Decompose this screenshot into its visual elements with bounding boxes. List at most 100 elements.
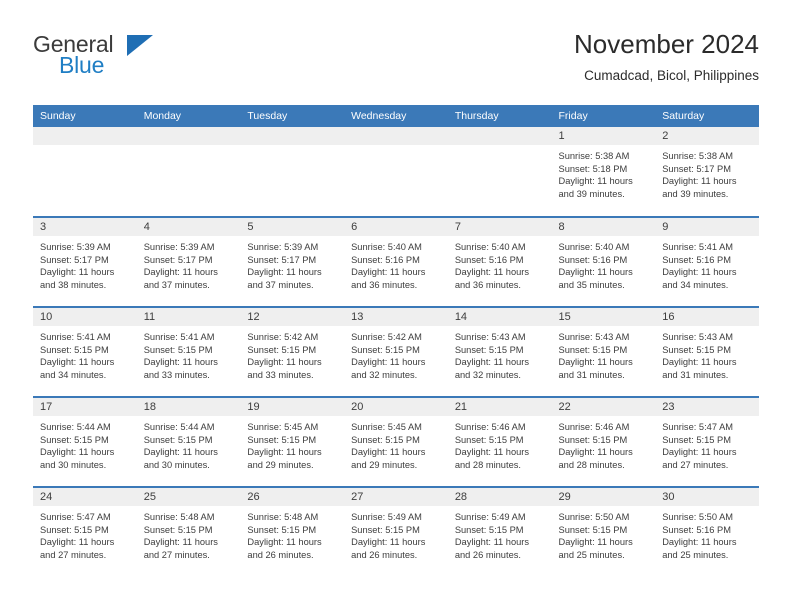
calendar-day-cell[interactable]: 20 Sunrise: 5:45 AM Sunset: 5:15 PM Dayligh…: [344, 396, 448, 487]
day-detail-sunrise: Sunrise: 5:45 AM: [351, 422, 422, 432]
calendar-day-cell[interactable]: 21 Sunrise: 5:46 AM Sunset: 5:15 PM Dayligh…: [447, 396, 552, 487]
calendar-week-row: 1 Sunrise: 5:38 AM Sunset: 5:18 PM Daylight…: [33, 127, 759, 217]
day-number: 8: [551, 218, 656, 236]
day-detail-daylight2: and 37 minutes.: [143, 279, 210, 290]
day-number: 2: [655, 127, 759, 145]
calendar-day-cell[interactable]: 4 Sunrise: 5:39 AM Sunset: 5:17 PM Daylight…: [136, 216, 241, 307]
day-detail-daylight1: Daylight: 11 hours: [40, 537, 115, 548]
day-number: 19: [240, 398, 345, 416]
calendar-day-cell[interactable]: 22 Sunrise: 5:46 AM Sunset: 5:15 PM Dayligh…: [551, 396, 656, 487]
calendar-day-cell[interactable]: 16 Sunrise: 5:43 AM Sunset: 5:15 PM Dayligh…: [655, 306, 759, 397]
day-number: 25: [136, 488, 241, 506]
calendar-day-cell[interactable]: 25 Sunrise: 5:48 AM Sunset: 5:15 PM Dayligh…: [136, 486, 241, 577]
day-detail-sunrise: Sunrise: 5:50 AM: [662, 512, 734, 522]
day-number: [344, 127, 448, 145]
day-details: Sunrise: 5:43 AM Sunset: 5:15 PM Daylight:…: [551, 326, 656, 382]
calendar-day-cell[interactable]: 15 Sunrise: 5:43 AM Sunset: 5:15 PM Dayligh…: [551, 306, 656, 397]
day-details: Sunrise: 5:49 AM Sunset: 5:15 PM Daylight:…: [447, 506, 552, 562]
day-detail-sunset: Sunset: 5:15 PM: [351, 524, 420, 535]
calendar-day-cell[interactable]: 2 Sunrise: 5:38 AM Sunset: 5:17 PM Daylight…: [655, 127, 759, 217]
day-number: 15: [551, 308, 656, 326]
calendar-day-cell[interactable]: 8 Sunrise: 5:40 AM Sunset: 5:16 PM Daylight…: [551, 216, 656, 307]
calendar-week-row: 10 Sunrise: 5:41 AM Sunset: 5:15 PM Dayligh…: [33, 306, 759, 397]
day-detail-daylight1: Daylight: 11 hours: [558, 267, 633, 278]
day-details: Sunrise: 5:41 AM Sunset: 5:15 PM Daylight:…: [136, 326, 241, 382]
day-detail-sunrise: Sunrise: 5:41 AM: [662, 242, 734, 252]
calendar-day-cell[interactable]: 27 Sunrise: 5:49 AM Sunset: 5:15 PM Dayligh…: [344, 486, 448, 577]
day-detail-daylight2: and 33 minutes.: [247, 369, 314, 380]
calendar-day-cell[interactable]: 14 Sunrise: 5:43 AM Sunset: 5:15 PM Dayligh…: [447, 306, 552, 397]
calendar-day-cell[interactable]: 30 Sunrise: 5:50 AM Sunset: 5:16 PM Dayligh…: [655, 486, 759, 577]
day-number: 3: [33, 218, 137, 236]
day-number: 29: [551, 488, 656, 506]
day-detail-daylight1: Daylight: 11 hours: [40, 357, 115, 368]
day-detail-sunset: Sunset: 5:17 PM: [662, 163, 731, 174]
day-detail-sunrise: Sunrise: 5:45 AM: [247, 422, 319, 432]
day-detail-daylight2: and 26 minutes.: [351, 549, 418, 560]
day-detail-daylight2: and 33 minutes.: [143, 369, 210, 380]
day-detail-sunrise: Sunrise: 5:39 AM: [143, 242, 215, 252]
day-detail-sunrise: Sunrise: 5:39 AM: [40, 242, 111, 252]
day-detail-sunrise: Sunrise: 5:46 AM: [454, 422, 526, 432]
day-detail-daylight1: Daylight: 11 hours: [558, 447, 633, 458]
day-details: Sunrise: 5:41 AM Sunset: 5:16 PM Daylight:…: [655, 236, 759, 292]
day-number: [33, 127, 137, 145]
day-detail-sunrise: Sunrise: 5:47 AM: [40, 512, 111, 522]
day-detail-daylight2: and 36 minutes.: [454, 279, 521, 290]
day-number: 27: [344, 488, 448, 506]
calendar-day-cell[interactable]: 18 Sunrise: 5:44 AM Sunset: 5:15 PM Dayligh…: [136, 396, 241, 487]
calendar-day-cell[interactable]: 7 Sunrise: 5:40 AM Sunset: 5:16 PM Daylight…: [447, 216, 552, 307]
day-detail-sunset: Sunset: 5:17 PM: [143, 254, 213, 265]
day-details: Sunrise: 5:39 AM Sunset: 5:17 PM Daylight:…: [33, 236, 137, 292]
day-number: [136, 127, 241, 145]
calendar-day-cell[interactable]: 6 Sunrise: 5:40 AM Sunset: 5:16 PM Daylight…: [344, 216, 448, 307]
day-detail-sunrise: Sunrise: 5:42 AM: [351, 332, 422, 342]
day-detail-sunset: Sunset: 5:15 PM: [558, 434, 628, 445]
day-detail-daylight1: Daylight: 11 hours: [662, 267, 737, 278]
day-detail-sunrise: Sunrise: 5:40 AM: [351, 242, 422, 252]
calendar-header-row: Sunday Monday Tuesday Wednesday Thursday…: [33, 105, 759, 127]
day-detail-daylight2: and 36 minutes.: [351, 279, 418, 290]
calendar-day-cell[interactable]: 10 Sunrise: 5:41 AM Sunset: 5:15 PM Dayligh…: [33, 306, 137, 397]
day-detail-daylight2: and 32 minutes.: [351, 369, 418, 380]
day-detail-daylight1: Daylight: 11 hours: [143, 357, 218, 368]
day-number: 6: [344, 218, 448, 236]
calendar-day-cell[interactable]: 28 Sunrise: 5:49 AM Sunset: 5:15 PM Dayligh…: [447, 486, 552, 577]
day-detail-daylight2: and 38 minutes.: [40, 279, 107, 290]
calendar-day-cell[interactable]: 3 Sunrise: 5:39 AM Sunset: 5:17 PM Daylight…: [33, 216, 137, 307]
calendar-day-cell[interactable]: 13 Sunrise: 5:42 AM Sunset: 5:15 PM Dayligh…: [344, 306, 448, 397]
day-details: Sunrise: 5:46 AM Sunset: 5:15 PM Daylight:…: [551, 416, 656, 472]
day-details: Sunrise: 5:44 AM Sunset: 5:15 PM Daylight:…: [33, 416, 137, 472]
day-detail-daylight1: Daylight: 11 hours: [662, 357, 737, 368]
day-detail-sunrise: Sunrise: 5:43 AM: [662, 332, 734, 342]
day-detail-sunrise: Sunrise: 5:41 AM: [40, 332, 111, 342]
day-detail-daylight2: and 39 minutes.: [662, 188, 729, 199]
day-detail-sunset: Sunset: 5:15 PM: [351, 434, 420, 445]
day-detail-sunset: Sunset: 5:15 PM: [351, 344, 420, 355]
calendar-day-cell[interactable]: 12 Sunrise: 5:42 AM Sunset: 5:15 PM Dayligh…: [240, 306, 345, 397]
day-details: Sunrise: 5:48 AM Sunset: 5:15 PM Daylight:…: [136, 506, 241, 562]
calendar-day-cell[interactable]: 1 Sunrise: 5:38 AM Sunset: 5:18 PM Daylight…: [551, 127, 656, 217]
day-detail-daylight1: Daylight: 11 hours: [558, 357, 633, 368]
calendar-day-cell[interactable]: 26 Sunrise: 5:48 AM Sunset: 5:15 PM Dayligh…: [240, 486, 345, 577]
day-detail-sunrise: Sunrise: 5:46 AM: [558, 422, 630, 432]
calendar-day-cell[interactable]: 24 Sunrise: 5:47 AM Sunset: 5:15 PM Dayligh…: [33, 486, 137, 577]
calendar-day-cell[interactable]: 9 Sunrise: 5:41 AM Sunset: 5:16 PM Daylight…: [655, 216, 759, 307]
weekday-header-thursday: Thursday: [447, 105, 552, 127]
calendar-day-cell[interactable]: 19 Sunrise: 5:45 AM Sunset: 5:15 PM Dayligh…: [240, 396, 345, 487]
day-details: Sunrise: 5:39 AM Sunset: 5:17 PM Daylight:…: [240, 236, 345, 292]
day-details: Sunrise: 5:45 AM Sunset: 5:15 PM Daylight:…: [344, 416, 448, 472]
calendar-day-cell[interactable]: 5 Sunrise: 5:39 AM Sunset: 5:17 PM Daylight…: [240, 216, 345, 307]
day-detail-sunrise: Sunrise: 5:48 AM: [247, 512, 319, 522]
calendar-day-cell[interactable]: 11 Sunrise: 5:41 AM Sunset: 5:15 PM Dayligh…: [136, 306, 241, 397]
day-detail-daylight1: Daylight: 11 hours: [454, 267, 530, 278]
calendar-week-row: 3 Sunrise: 5:39 AM Sunset: 5:17 PM Daylight…: [33, 216, 759, 307]
day-detail-sunset: Sunset: 5:15 PM: [558, 344, 628, 355]
day-detail-sunset: Sunset: 5:15 PM: [247, 344, 317, 355]
day-detail-sunset: Sunset: 5:15 PM: [143, 434, 213, 445]
calendar-day-cell[interactable]: 23 Sunrise: 5:47 AM Sunset: 5:15 PM Dayligh…: [655, 396, 759, 487]
brand-name-blue: Blue: [59, 52, 105, 78]
calendar-day-cell[interactable]: 29 Sunrise: 5:50 AM Sunset: 5:15 PM Dayligh…: [551, 486, 656, 577]
day-detail-sunset: Sunset: 5:16 PM: [662, 254, 731, 265]
calendar-day-cell[interactable]: 17 Sunrise: 5:44 AM Sunset: 5:15 PM Dayligh…: [33, 396, 137, 487]
